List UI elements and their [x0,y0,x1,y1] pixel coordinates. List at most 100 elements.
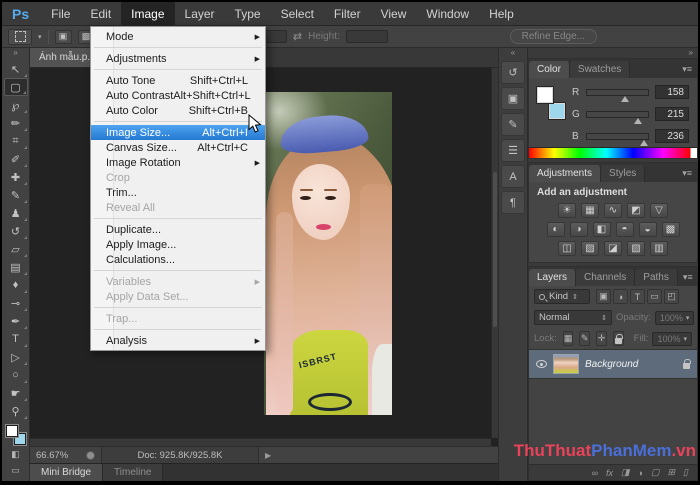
canvas-scrollbar-vertical[interactable] [491,68,498,438]
filter-adjustment-layers-icon[interactable]: ◑ [613,289,628,304]
hue-saturation-icon[interactable]: ◐ [547,222,565,237]
menu-item-apply-image[interactable]: Apply Image... [91,237,265,252]
new-layer-icon[interactable]: ⊞ [668,467,676,478]
menu-type[interactable]: Type [225,2,271,25]
brightness-contrast-icon[interactable]: ☀ [558,203,576,218]
history-brush-tool[interactable]: ↺ [4,222,28,240]
invert-icon[interactable]: ◫ [558,241,576,256]
zoom-tool[interactable]: ⚲ [4,402,28,420]
tab-channels[interactable]: Channels [576,269,635,286]
image-menu-item[interactable] [91,118,265,125]
toolbar-collapse-icon[interactable]: » [2,48,29,60]
menu-item-auto-color[interactable]: Auto Color Shift+Ctrl+B [91,103,265,118]
exposure-icon[interactable]: ◩ [627,203,645,218]
levels-icon[interactable]: ▦ [581,203,599,218]
menu-window[interactable]: Window [416,2,479,25]
channel-slider[interactable] [586,133,649,140]
layer-mask-icon[interactable]: ◨ [621,467,630,478]
paragraph-panel-icon[interactable]: ¶ [501,191,525,214]
hand-tool[interactable]: ☛ [4,384,28,402]
current-tool-icon[interactable] [8,29,32,45]
healing-brush-tool[interactable]: ✚ [4,168,28,186]
image-menu-item[interactable] [91,215,265,222]
tab-mini-bridge[interactable]: Mini Bridge [30,464,103,481]
image-menu-item[interactable] [91,304,265,311]
menu-item-apply-data-set[interactable]: Apply Data Set... [91,289,265,304]
lock-transparent-pixels-icon[interactable]: ▦ [563,331,574,346]
clone-stamp-tool[interactable]: ♟ [4,204,28,222]
channel-value-input[interactable]: 158 [655,85,689,99]
menu-image[interactable]: Image [121,2,174,25]
type-tool[interactable]: T [4,330,28,348]
properties-panel-icon[interactable]: ▣ [501,87,525,110]
opacity-input[interactable]: 100% ▾ [655,311,695,325]
menu-item-analysis[interactable]: Analysis ▶ [91,333,265,348]
document-image[interactable]: ISBRST [264,92,392,415]
height-input[interactable] [346,30,388,43]
refine-edge-button[interactable]: Refine Edge... [510,29,597,44]
menu-filter[interactable]: Filter [324,2,371,25]
brush-panel-icon[interactable]: ✎ [501,113,525,136]
delete-layer-icon[interactable]: ▯ [683,467,688,478]
slider-thumb-icon[interactable] [634,114,642,124]
menu-item-trap[interactable]: Trap... [91,311,265,326]
layer-visibility-eye-icon[interactable] [536,360,547,368]
eraser-tool[interactable]: ▱ [4,240,28,258]
menu-item-duplicate[interactable]: Duplicate... [91,222,265,237]
curves-icon[interactable]: ∿ [604,203,622,218]
filter-type-layers-icon[interactable]: T [630,289,645,304]
selective-color-icon[interactable]: ▧ [627,241,645,256]
tab-timeline[interactable]: Timeline [103,464,163,481]
link-layers-icon[interactable]: ∞ [592,468,598,478]
panels-collapse-icon[interactable]: » [528,48,698,58]
swap-dimensions-icon[interactable]: ⇄ [293,30,302,43]
filter-smart-objects-icon[interactable]: ◰ [664,289,679,304]
channel-slider[interactable] [586,111,649,118]
menu-item-variables[interactable]: Variables ▶ [91,274,265,289]
rectangular-marquee-tool[interactable]: ▢ [4,78,28,96]
menu-item-mode[interactable]: Mode ▶ [91,29,265,44]
brush-tool[interactable]: ✎ [4,186,28,204]
channel-slider[interactable] [586,89,649,96]
layer-style-icon[interactable]: fx [606,468,613,478]
lock-position-icon[interactable]: ✛ [596,331,607,346]
photo-filter-icon[interactable]: ◓ [616,222,634,237]
slider-thumb-icon[interactable] [621,92,629,102]
zoom-level[interactable]: 66.67% [36,450,80,461]
filter-shape-layers-icon[interactable]: ▭ [647,289,662,304]
menu-item-adjustments[interactable]: Adjustments ▶ [91,51,265,66]
posterize-icon[interactable]: ▨ [581,241,599,256]
menu-item-reveal-all[interactable]: Reveal All [91,200,265,215]
lock-all-icon[interactable] [613,331,624,346]
character-panel-icon[interactable]: A [501,165,525,188]
tab-swatches[interactable]: Swatches [570,61,630,78]
menu-item-auto-contrast[interactable]: Auto Contrast Alt+Shift+Ctrl+L [91,88,265,103]
channel-mixer-icon[interactable]: ◒ [639,222,657,237]
tool-preset-caret-icon[interactable]: ▾ [38,33,42,41]
panel-menu-icon[interactable]: ▾≡ [678,272,698,286]
ellipse-tool[interactable]: ○ [4,366,28,384]
tab-adjustments[interactable]: Adjustments [529,165,601,182]
slider-thumb-icon[interactable] [640,136,648,146]
new-selection-mode-icon[interactable]: ▣ [55,30,72,44]
doc-size-info[interactable]: Doc: 925.8K/925.8K [101,447,259,463]
menu-select[interactable]: Select [271,2,324,25]
fill-input[interactable]: 100% ▾ [652,332,692,346]
layer-row-background[interactable]: Background [529,349,697,379]
background-color-swatch[interactable] [549,103,565,119]
tab-styles[interactable]: Styles [601,165,645,182]
path-selection-tool[interactable]: ▷ [4,348,28,366]
black-white-icon[interactable]: ◧ [593,222,611,237]
quick-mask-button[interactable]: ◧ [6,448,26,461]
channel-value-input[interactable]: 215 [655,107,689,121]
panel-menu-icon[interactable]: ▾≡ [677,64,697,78]
layer-thumbnail[interactable] [553,354,579,374]
filter-pixel-layers-icon[interactable]: ▣ [596,289,611,304]
lock-image-pixels-icon[interactable]: ✎ [579,331,590,346]
crop-tool[interactable]: ⌗ [4,132,28,150]
menu-item-auto-tone[interactable]: Auto Tone Shift+Ctrl+L [91,73,265,88]
menu-view[interactable]: View [371,2,417,25]
image-menu-item[interactable] [91,44,265,51]
menu-file[interactable]: File [41,2,80,25]
channel-value-input[interactable]: 236 [655,129,689,143]
